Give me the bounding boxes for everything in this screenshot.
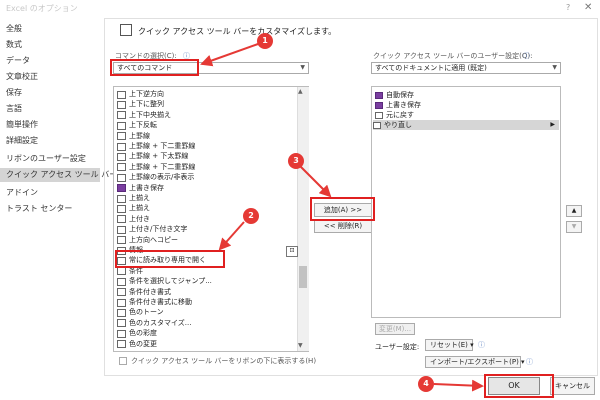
- annotation-arrows: [200, 43, 484, 392]
- arrow-1: [200, 43, 259, 67]
- arrow-4: [433, 379, 484, 392]
- annotation-badge-1: 1: [257, 33, 273, 49]
- annotation-badge-2: 2: [243, 208, 259, 224]
- arrow-2: [218, 221, 245, 251]
- arrow-3: [299, 165, 332, 198]
- annotation-badge-3: 3: [288, 153, 304, 169]
- annotation-badge-4: 4: [418, 376, 434, 392]
